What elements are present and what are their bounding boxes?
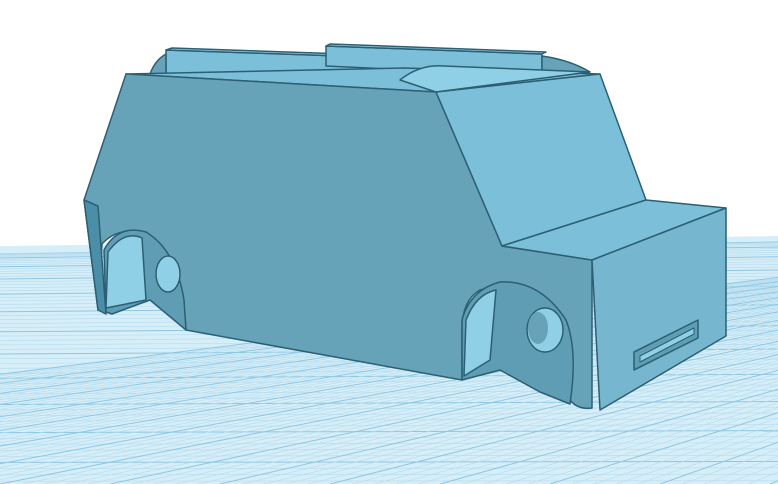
viewport-canvas: [0, 43, 778, 484]
front-axle-hole-shadow: [528, 312, 548, 344]
rear-axle-hole: [155, 255, 181, 293]
rear-wheel-arch-inner: [105, 235, 147, 309]
workplane-viewport[interactable]: [0, 0, 778, 484]
roof-curve-rear: [149, 53, 167, 75]
